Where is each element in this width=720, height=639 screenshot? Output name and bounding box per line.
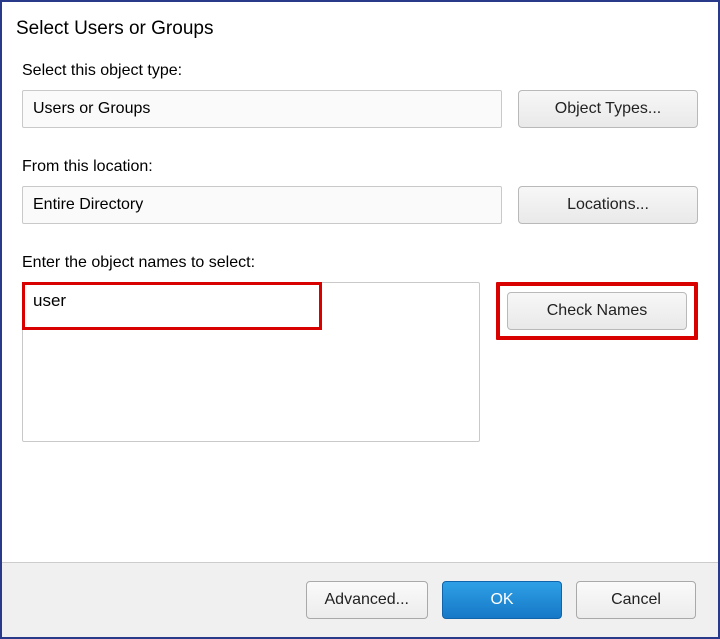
object-names-field-wrap [22, 282, 480, 446]
dialog-footer: Advanced... OK Cancel [2, 562, 718, 637]
object-type-label: Select this object type: [22, 62, 698, 80]
location-label: From this location: [22, 158, 698, 176]
object-names-input[interactable] [22, 282, 480, 442]
object-types-button[interactable]: Object Types... [518, 90, 698, 128]
advanced-button[interactable]: Advanced... [306, 581, 429, 619]
ok-button[interactable]: OK [442, 581, 562, 619]
location-row: Entire Directory Locations... [22, 186, 698, 224]
object-type-field[interactable]: Users or Groups [22, 90, 502, 128]
dialog-title: Select Users or Groups [16, 18, 698, 40]
locations-button[interactable]: Locations... [518, 186, 698, 224]
select-users-dialog: Select Users or Groups Select this objec… [0, 0, 720, 639]
object-type-row: Users or Groups Object Types... [22, 90, 698, 128]
object-names-label: Enter the object names to select: [22, 254, 698, 272]
check-names-button[interactable]: Check Names [507, 292, 687, 330]
highlight-button-annotation: Check Names [496, 282, 698, 340]
location-field[interactable]: Entire Directory [22, 186, 502, 224]
cancel-button[interactable]: Cancel [576, 581, 696, 619]
dialog-body: Select Users or Groups Select this objec… [2, 2, 718, 562]
object-names-row: Check Names [22, 282, 698, 446]
